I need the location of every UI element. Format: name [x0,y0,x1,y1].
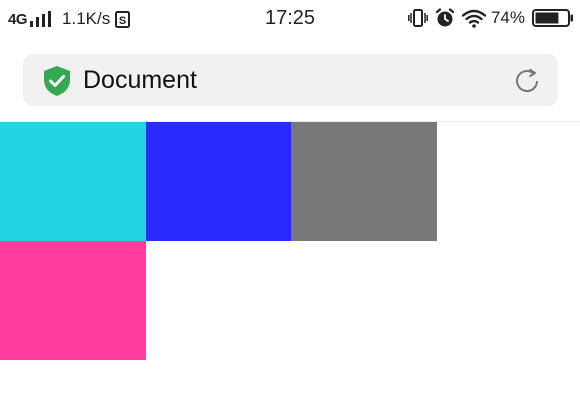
status-bar: 4G 1.1K/s S 17:25 74% [0,0,580,38]
reload-icon[interactable] [512,66,542,96]
alarm-icon [435,8,455,27]
wifi-icon [461,9,486,28]
color-tile-cyan [0,122,146,241]
battery-percent: 74% [490,8,525,27]
address-bar[interactable]: Document [23,54,558,106]
page-title: Document [83,66,197,94]
shield-check-icon [44,66,70,96]
battery-icon [532,9,573,27]
color-tile-blue [146,122,292,241]
page-content [0,122,580,416]
color-tile-pink [0,241,146,360]
color-tile-gray [291,122,437,241]
status-right: 74% [401,8,574,28]
vibrate-icon [408,9,428,27]
